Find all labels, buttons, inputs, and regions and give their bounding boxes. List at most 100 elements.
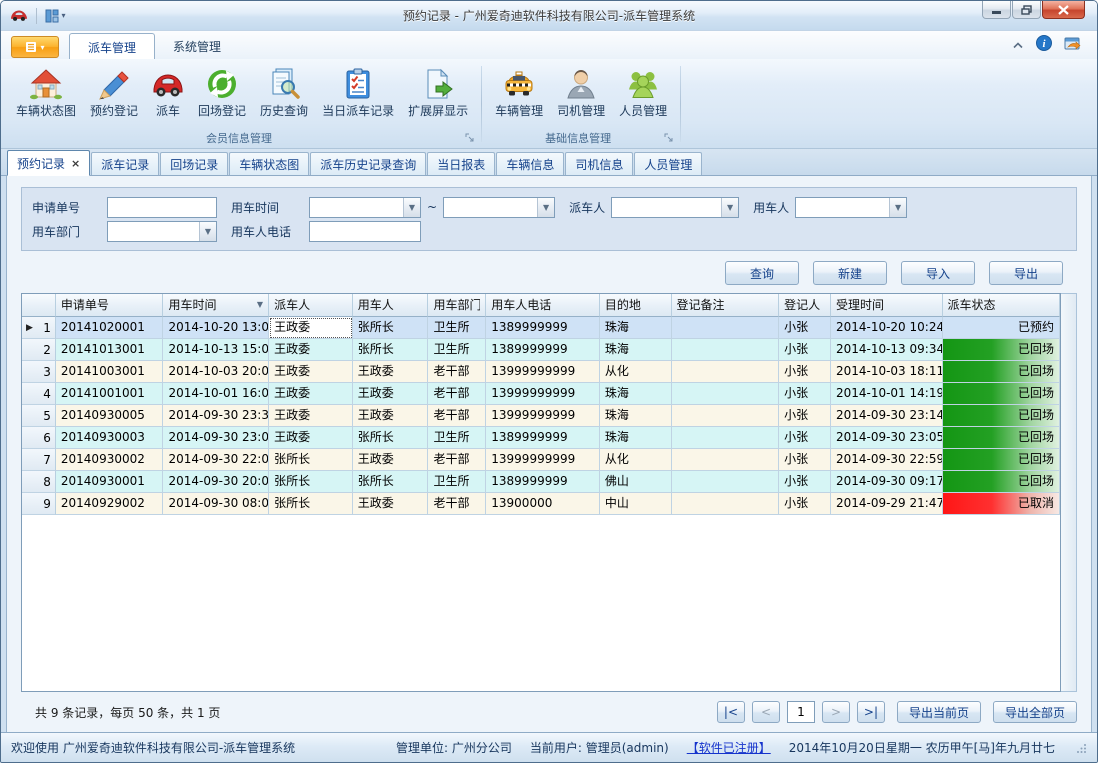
dispatch-status-cell[interactable]: 已回场 bbox=[943, 405, 1061, 427]
use-time-from-combo[interactable]: ▼ bbox=[309, 197, 421, 218]
close-button[interactable] bbox=[1042, 1, 1085, 19]
ribbon-button-extended-screen[interactable]: 扩展屏显示 bbox=[401, 64, 475, 121]
table-row[interactable]: ▶1201410200012014-10-20 13:00王政委张所长卫生所13… bbox=[22, 317, 1060, 339]
grid-cell[interactable]: 2014-09-30 20:00 bbox=[163, 471, 269, 493]
minimize-button[interactable] bbox=[982, 1, 1011, 19]
grid-cell[interactable]: 小张 bbox=[779, 405, 831, 427]
dialog-launcher-icon[interactable] bbox=[664, 133, 674, 143]
grid-cell[interactable]: 王政委 bbox=[269, 317, 353, 339]
license-link[interactable]: 【软件已注册】 bbox=[687, 739, 771, 756]
doc-tab-reservation-records[interactable]: 预约记录× bbox=[7, 150, 90, 176]
row-indicator-cell[interactable]: 7 bbox=[22, 449, 56, 471]
dept-combo[interactable]: ▼ bbox=[107, 221, 217, 242]
grid-cell[interactable]: 13999999999 bbox=[486, 449, 600, 471]
grid-cell[interactable]: 老干部 bbox=[428, 449, 486, 471]
grid-cell[interactable]: 13999999999 bbox=[486, 405, 600, 427]
dispatcher-combo[interactable]: ▼ bbox=[611, 197, 739, 218]
dialog-launcher-icon[interactable] bbox=[465, 133, 475, 143]
grid-cell[interactable]: 2014-09-30 23:05 bbox=[831, 427, 943, 449]
dispatch-status-cell[interactable]: 已预约 bbox=[943, 317, 1061, 339]
grid-cell[interactable]: 13999999999 bbox=[486, 361, 600, 383]
grid-cell[interactable]: 张所长 bbox=[353, 471, 429, 493]
grid-cell[interactable]: 王政委 bbox=[353, 493, 429, 515]
dispatch-status-cell[interactable]: 已回场 bbox=[943, 427, 1061, 449]
grid-cell[interactable]: 张所长 bbox=[353, 339, 429, 361]
grid-cell[interactable]: 老干部 bbox=[428, 405, 486, 427]
grid-cell[interactable]: 王政委 bbox=[269, 339, 353, 361]
grid-cell[interactable]: 卫生所 bbox=[428, 427, 486, 449]
grid-cell[interactable]: 张所长 bbox=[269, 449, 353, 471]
column-header-5[interactable]: 用车部门 bbox=[428, 294, 486, 317]
grid-cell[interactable]: 张所长 bbox=[353, 427, 429, 449]
grid-cell[interactable]: 2014-09-29 21:47 bbox=[831, 493, 943, 515]
grid-cell[interactable]: 20141003001 bbox=[56, 361, 164, 383]
grid-cell[interactable]: 从化 bbox=[600, 449, 672, 471]
last-page-button[interactable]: >| bbox=[857, 701, 885, 723]
phone-input[interactable] bbox=[309, 221, 421, 242]
grid-cell[interactable]: 2014-10-20 13:00 bbox=[163, 317, 269, 339]
grid-cell[interactable]: 2014-09-30 09:17 bbox=[831, 471, 943, 493]
grid-cell[interactable]: 2014-10-01 16:00 bbox=[163, 383, 269, 405]
table-row[interactable]: 8201409300012014-09-30 20:00张所长张所长卫生所138… bbox=[22, 471, 1060, 493]
vertical-scrollbar[interactable] bbox=[1061, 293, 1077, 692]
doc-tab-driver-info[interactable]: 司机信息 bbox=[565, 152, 633, 175]
grid-cell[interactable]: 珠海 bbox=[600, 317, 672, 339]
dispatch-status-cell[interactable]: 已取消 bbox=[943, 493, 1061, 515]
grid-cell[interactable]: 小张 bbox=[779, 383, 831, 405]
grid-cell[interactable]: 王政委 bbox=[353, 405, 429, 427]
row-indicator-cell[interactable]: 3 bbox=[22, 361, 56, 383]
column-header-11[interactable]: 派车状态 bbox=[943, 294, 1061, 317]
grid-cell[interactable]: 王政委 bbox=[269, 361, 353, 383]
close-tab-icon[interactable]: × bbox=[71, 157, 80, 170]
grid-cell[interactable]: 王政委 bbox=[353, 383, 429, 405]
grid-cell[interactable]: 卫生所 bbox=[428, 317, 486, 339]
dispatch-status-cell[interactable]: 已回场 bbox=[943, 383, 1061, 405]
grid-cell[interactable]: 卫生所 bbox=[428, 339, 486, 361]
doc-tab-vehicle-status[interactable]: 车辆状态图 bbox=[229, 152, 309, 175]
application-menu-button[interactable]: ▾ bbox=[11, 36, 59, 58]
ribbon-button-personnel-manage[interactable]: 人员管理 bbox=[612, 64, 674, 121]
grid-cell[interactable]: 2014-10-01 14:19 bbox=[831, 383, 943, 405]
grid-cell[interactable]: 2014-09-30 08:00 bbox=[163, 493, 269, 515]
column-header-6[interactable]: 用车人电话 bbox=[486, 294, 600, 317]
doc-tab-daily-report[interactable]: 当日报表 bbox=[427, 152, 495, 175]
grid-cell[interactable] bbox=[672, 493, 780, 515]
grid-cell[interactable]: 20141001001 bbox=[56, 383, 164, 405]
row-indicator-cell[interactable]: 4 bbox=[22, 383, 56, 405]
dispatch-status-cell[interactable]: 已回场 bbox=[943, 361, 1061, 383]
grid-cell[interactable]: 卫生所 bbox=[428, 471, 486, 493]
ribbon-tab-system[interactable]: 系统管理 bbox=[155, 33, 239, 59]
info-icon[interactable]: i bbox=[1036, 35, 1052, 54]
chevron-down-icon[interactable]: ▼ bbox=[889, 198, 906, 217]
page-number-input[interactable] bbox=[787, 701, 815, 723]
grid-cell[interactable]: 13999999999 bbox=[486, 383, 600, 405]
table-row[interactable]: 7201409300022014-09-30 22:00张所长王政委老干部139… bbox=[22, 449, 1060, 471]
ribbon-button-return-register[interactable]: 回场登记 bbox=[191, 64, 253, 121]
table-row[interactable]: 6201409300032014-09-30 23:00王政委张所长卫生所138… bbox=[22, 427, 1060, 449]
ribbon-button-vehicle-status-map[interactable]: 车辆状态图 bbox=[9, 64, 83, 121]
prev-page-button[interactable]: < bbox=[752, 701, 780, 723]
column-header-7[interactable]: 目的地 bbox=[600, 294, 672, 317]
grid-cell[interactable]: 王政委 bbox=[353, 361, 429, 383]
grid-cell[interactable]: 2014-09-30 22:59 bbox=[831, 449, 943, 471]
grid-cell[interactable]: 珠海 bbox=[600, 427, 672, 449]
grid-cell[interactable]: 2014-09-30 22:00 bbox=[163, 449, 269, 471]
chevron-down-icon[interactable]: ▼ bbox=[403, 198, 420, 217]
grid-cell[interactable]: 小张 bbox=[779, 427, 831, 449]
grid-cell[interactable]: 13900000 bbox=[486, 493, 600, 515]
column-header-8[interactable]: 登记备注 bbox=[672, 294, 780, 317]
apply-no-input[interactable] bbox=[107, 197, 217, 218]
grid-cell[interactable]: 珠海 bbox=[600, 339, 672, 361]
grid-cell[interactable]: 1389999999 bbox=[486, 339, 600, 361]
table-row[interactable]: 2201410130012014-10-13 15:00王政委张所长卫生所138… bbox=[22, 339, 1060, 361]
grid-cell[interactable]: 20140930002 bbox=[56, 449, 164, 471]
restore-button[interactable] bbox=[1012, 1, 1041, 19]
dispatch-status-cell[interactable]: 已回场 bbox=[943, 449, 1061, 471]
grid-cell[interactable]: 20141020001 bbox=[56, 317, 164, 339]
grid-cell[interactable]: 20141013001 bbox=[56, 339, 164, 361]
table-row[interactable]: 5201409300052014-09-30 23:30王政委王政委老干部139… bbox=[22, 405, 1060, 427]
grid-cell[interactable] bbox=[672, 383, 780, 405]
row-indicator-cell[interactable]: 6 bbox=[22, 427, 56, 449]
grid-cell[interactable]: 老干部 bbox=[428, 493, 486, 515]
grid-cell[interactable] bbox=[672, 405, 780, 427]
